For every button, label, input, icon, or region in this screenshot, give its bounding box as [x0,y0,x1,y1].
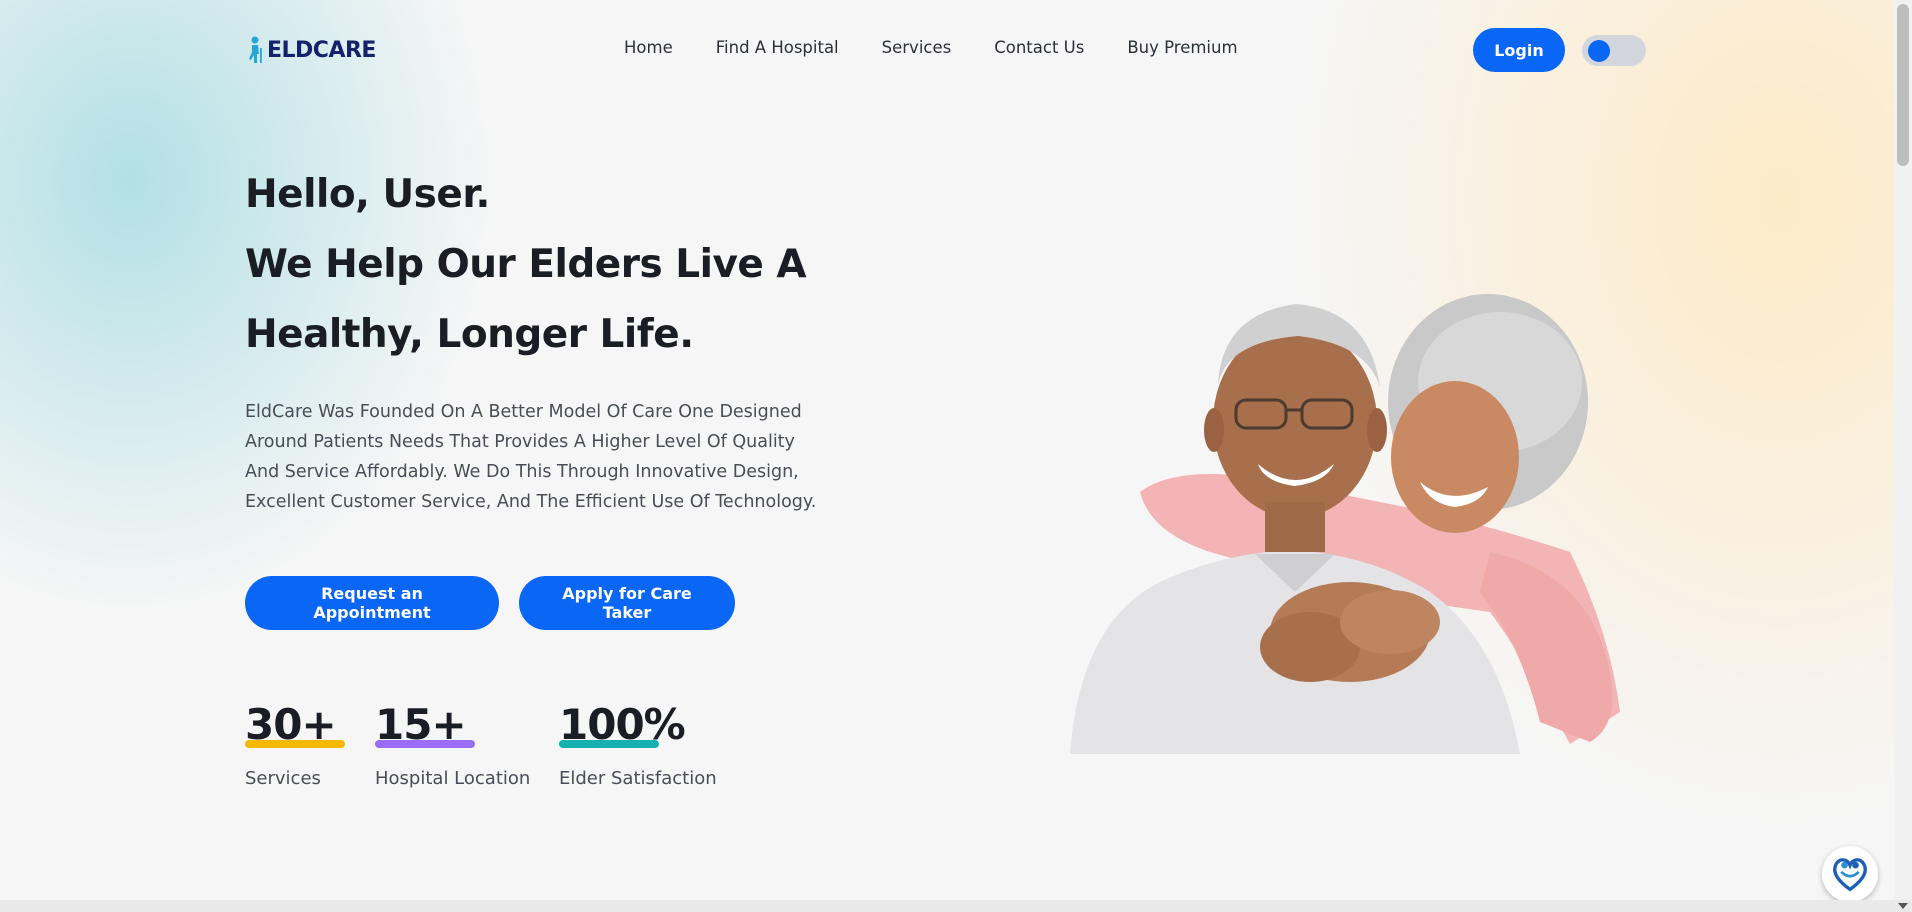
apply-care-taker-button[interactable]: Apply for Care Taker [519,576,735,630]
stat-hospital-location: 15+ Hospital Location [375,700,530,789]
main-nav: Home Find A Hospital Services Contact Us… [624,38,1238,57]
horizontal-scrollbar[interactable] [0,900,1912,912]
hero-greeting: Hello, User. [245,172,490,217]
nav-contact-us[interactable]: Contact Us [994,38,1084,57]
elder-figure-icon [249,36,262,63]
hero-headline-line-2: Healthy, Longer Life. [245,312,694,357]
hero-description: EldCare Was Founded On A Better Model Of… [245,402,817,512]
logo-text: ELDCARE [267,37,376,63]
stat-label: Hospital Location [375,768,531,789]
stat-label: Services [245,768,321,789]
stat-value: 15+ [375,700,467,749]
hero-section: Hello, User. We Help Our Elders Live A H… [245,160,845,517]
nav-services[interactable]: Services [882,38,952,57]
stat-services: 30+ Services [245,700,345,789]
theme-toggle[interactable] [1582,35,1646,66]
hero-headline-line-1: We Help Our Elders Live A [245,242,807,287]
logo[interactable]: ELDCARE [245,36,376,64]
nav-find-hospital[interactable]: Find A Hospital [716,38,839,57]
request-appointment-button[interactable]: Request an Appointment [245,576,499,630]
heart-icon [1833,858,1867,892]
cta-group: Request an Appointment Apply for Care Ta… [245,576,735,630]
vertical-scrollbar[interactable] [1894,0,1912,900]
stat-elder-satisfaction: 100% Elder Satisfaction [559,700,717,789]
toggle-knob [1588,40,1610,62]
stat-value: 30+ [245,700,337,749]
nav-buy-premium[interactable]: Buy Premium [1127,38,1237,57]
elderly-couple-photo [1070,294,1620,754]
page: ELDCARE Home Find A Hospital Services Co… [0,0,1894,902]
stat-label: Elder Satisfaction [559,768,717,789]
heart-care-chat-icon[interactable] [1822,846,1878,902]
stat-value: 100% [559,700,686,749]
nav-home[interactable]: Home [624,38,673,57]
scroll-down-arrow-icon[interactable] [1898,903,1908,909]
login-button[interactable]: Login [1473,28,1565,72]
scrollbar-thumb[interactable] [1897,4,1909,166]
